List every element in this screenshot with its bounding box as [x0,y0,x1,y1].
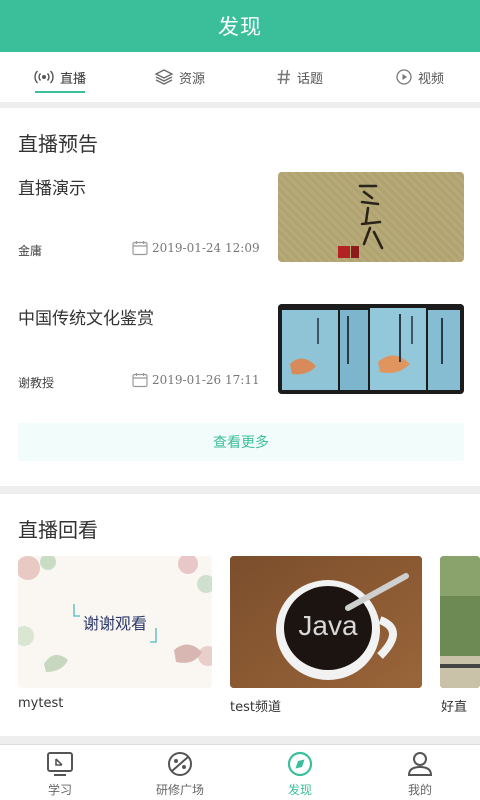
replay-item-label[interactable]: 好直 [441,696,480,715]
preview-item-date: 2019-01-26 17:11 [132,372,260,388]
live-replay-section: 直播回看 谢谢观看 mytest Java test频道 好直 [0,494,480,736]
tab-resources[interactable]: 资源 [120,52,240,102]
calendar-icon [132,373,148,388]
preview-thumbnail[interactable] [278,304,464,394]
landscape-image [440,556,480,688]
calendar-icon [132,241,148,256]
replay-thumb-caption: Java [298,610,358,641]
plaza-icon [168,752,192,776]
nav-study-label: 学习 [47,783,72,797]
tab-topics[interactable]: 话题 [240,52,360,102]
preview-thumbnail[interactable] [278,172,464,262]
layers-icon [154,69,173,85]
view-more-button[interactable]: 查看更多 [18,423,464,461]
tab-videos[interactable]: 视频 [360,52,480,102]
replay-item-label[interactable]: test频道 [230,696,281,715]
tab-live[interactable]: 直播 [0,52,120,102]
tab-topics-label: 话题 [296,71,323,87]
replay-thumb-caption: 谢谢观看 [82,614,147,633]
preview-item-date: 2019-01-24 12:09 [132,240,260,256]
nav-discover-label: 发现 [287,783,312,797]
preview-item-title[interactable]: 直播演示 [18,174,86,199]
tab-live-label: 直播 [59,71,86,87]
tab-videos-label: 视频 [417,71,444,87]
nav-discover[interactable]: 发现 [240,745,360,800]
play-circle-icon [396,69,412,85]
replay-thumbnail[interactable] [440,556,480,688]
preview-item-author: 金庸 [18,244,43,258]
hashtag-icon [277,69,290,85]
top-tabs: 直播 资源 话题 视频 [0,52,480,102]
broadcast-icon [34,70,54,84]
live-preview-section: 直播预告 直播演示 金庸 2019-01-24 12:09 中国传统文化鉴赏 谢… [0,108,480,486]
replay-thumbnail[interactable]: 谢谢观看 [18,556,212,688]
nav-mine-label: 我的 [407,783,432,797]
preview-item-title[interactable]: 中国传统文化鉴赏 [18,304,154,329]
user-icon [407,752,433,776]
compass-icon [287,751,313,777]
preview-item-date-text: 2019-01-26 17:11 [152,373,260,387]
nav-study[interactable]: 学习 [0,745,120,800]
replay-item-label[interactable]: mytest [18,696,63,711]
nav-plaza[interactable]: 研修广场 [120,745,240,800]
replay-thumbnail[interactable]: Java [230,556,422,688]
section-title-preview: 直播预告 [18,132,98,156]
preview-item-author: 谢教授 [18,376,55,390]
tab-resources-label: 资源 [178,71,205,87]
calligraphy-image [278,172,464,262]
bottom-navigation: 学习 研修广场 发现 我的 [0,744,480,800]
study-icon [47,752,73,776]
page-title: 发现 [218,15,262,39]
nav-mine[interactable]: 我的 [360,745,480,800]
books-image [278,304,464,394]
preview-item-date-text: 2019-01-24 12:09 [152,241,260,255]
page-header: 发现 [0,0,480,52]
nav-plaza-label: 研修广场 [155,783,204,797]
section-title-replay: 直播回看 [18,518,98,542]
